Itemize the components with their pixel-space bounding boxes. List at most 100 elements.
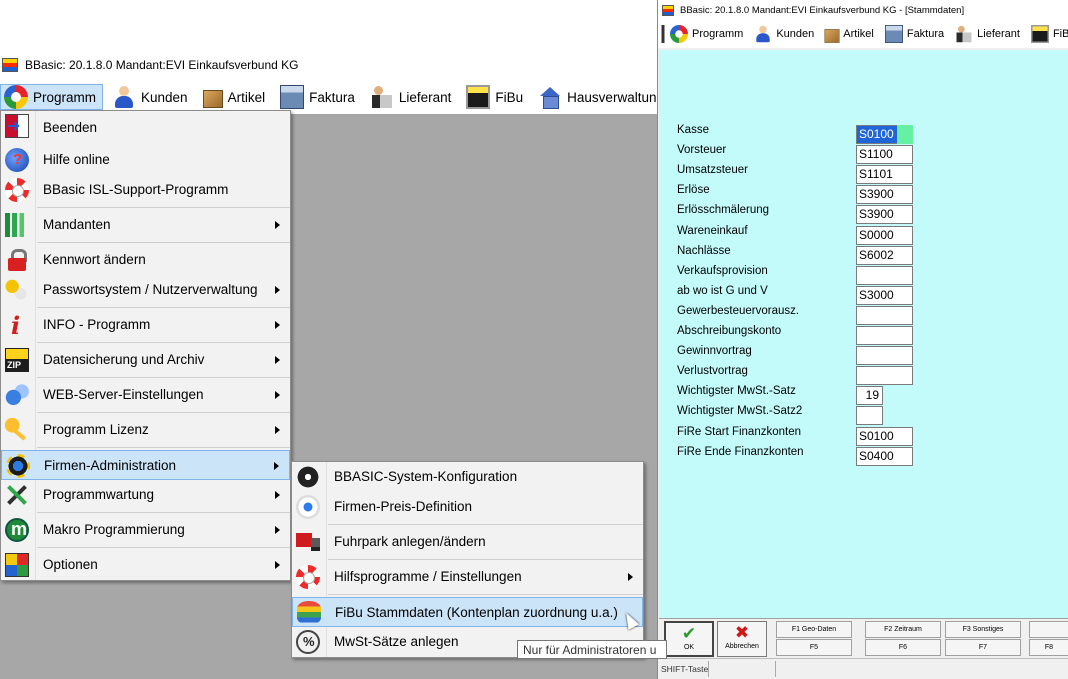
menu-item-isl-support[interactable]: BBasic ISL-Support-Programm	[1, 175, 290, 205]
menu-programm[interactable]: Programm	[667, 22, 743, 46]
field-input[interactable]: S3900	[856, 185, 913, 204]
menu-programm[interactable]: Programm	[0, 84, 104, 110]
submenu-item-fibu-stammdaten[interactable]: FiBu Stammdaten (Kontenplan zuordnung u.…	[292, 597, 643, 627]
submenu-arrow-icon	[275, 526, 280, 534]
menu-item-datensicherung[interactable]: Datensicherung und Archiv	[1, 345, 290, 375]
submenu-item-label: MwSt-Sätze anlegen	[334, 634, 459, 649]
menu-kunden-label: Kunden	[776, 28, 815, 40]
f3-sonstiges-button[interactable]: F3 Sonstiges	[945, 621, 1021, 638]
mandanten-icon	[5, 213, 29, 237]
kunden-icon	[754, 25, 772, 43]
menu-artikel[interactable]: Artikel	[822, 24, 874, 45]
field-input[interactable]: S6002	[856, 246, 913, 265]
menu-lieferant-label: Lieferant	[398, 89, 452, 105]
cancel-button[interactable]: ✖ Abbrechen	[717, 621, 767, 657]
menu-item-hilfe-online[interactable]: Hilfe online	[1, 145, 290, 175]
menu-item-beenden[interactable]: Beenden	[1, 111, 290, 145]
submenu-item-hilfsprogramme[interactable]: Hilfsprogramme / Einstellungen	[292, 562, 643, 592]
menu-programm-label: Programm	[33, 89, 97, 105]
field-input[interactable]	[856, 406, 883, 425]
lifebuoy-icon	[5, 178, 29, 202]
options-icon	[5, 553, 29, 577]
menu-separator	[328, 559, 643, 560]
ok-button[interactable]: ✔ OK	[664, 621, 714, 657]
menu-item-label: WEB-Server-Einstellungen	[43, 387, 204, 402]
field-label: Wichtigster MwSt.-Satz	[677, 385, 796, 397]
f4-button[interactable]	[1029, 621, 1068, 638]
menu-artikel-label: Artikel	[843, 28, 874, 40]
field-input[interactable]	[856, 266, 913, 285]
keys-icon	[5, 278, 29, 302]
submenu-arrow-icon	[275, 426, 280, 434]
submenu-item-label: Firmen-Preis-Definition	[334, 499, 473, 514]
submenu-item-fuhrpark[interactable]: Fuhrpark anlegen/ändern	[292, 527, 643, 557]
field-input[interactable]	[856, 346, 913, 365]
menu-lieferant[interactable]: Lieferant	[952, 22, 1020, 46]
f7-button[interactable]: F7	[945, 639, 1021, 656]
f1-geo-daten-button[interactable]: F1 Geo-Daten	[776, 621, 852, 638]
field-input[interactable]: S1101	[856, 165, 913, 184]
f8-button[interactable]: F8	[1029, 639, 1068, 656]
kunden-icon	[112, 85, 136, 109]
menu-kunden[interactable]: Kunden	[751, 22, 814, 46]
key-icon	[5, 418, 29, 442]
f6-button[interactable]: F6	[865, 639, 941, 656]
menu-separator	[37, 512, 290, 513]
menu-item-label: INFO - Programm	[43, 317, 151, 332]
menu-item-optionen[interactable]: Optionen	[1, 550, 290, 580]
menu-item-label: Kennwort ändern	[43, 252, 146, 267]
lieferant-icon	[370, 85, 394, 109]
menu-item-label: Hilfe online	[43, 152, 110, 167]
menu-fibu[interactable]: FiBu	[463, 84, 529, 110]
submenu-item-preis-definition[interactable]: Firmen-Preis-Definition	[292, 492, 643, 522]
submenu-item-system-konfiguration[interactable]: BBASIC-System-Konfiguration	[292, 462, 643, 492]
menu-item-firmen-administration[interactable]: Firmen-Administration	[1, 450, 290, 480]
menu-item-kennwort[interactable]: Kennwort ändern	[1, 245, 290, 275]
menu-item-label: Firmen-Administration	[44, 458, 177, 473]
lieferant-icon	[955, 25, 973, 43]
field-input[interactable]	[856, 326, 913, 345]
main-menubar: Programm Kunden Artikel Faktura Lieferan…	[0, 82, 664, 112]
menu-item-web-server[interactable]: WEB-Server-Einstellungen	[1, 380, 290, 410]
menu-kunden[interactable]: Kunden	[109, 84, 194, 110]
menu-artikel[interactable]: Artikel	[200, 84, 272, 110]
menu-item-label: Datensicherung und Archiv	[43, 352, 205, 367]
menu-item-makro[interactable]: Makro Programmierung	[1, 515, 290, 545]
menu-fibu[interactable]: FiBu	[1028, 22, 1068, 46]
menu-item-programmwartung[interactable]: Programmwartung	[1, 480, 290, 510]
menu-faktura-label: Faktura	[309, 89, 355, 105]
menu-programm-label: Programm	[692, 28, 744, 40]
menu-item-mandanten[interactable]: Mandanten	[1, 210, 290, 240]
field-input[interactable]: S3900	[856, 205, 913, 224]
menu-item-lizenz[interactable]: Programm Lizenz	[1, 415, 290, 445]
stammdaten-form: Kasse S0100 Vorsteuer S1100 Umsatzsteuer S110…	[659, 50, 1068, 618]
coins-icon	[297, 601, 321, 625]
submenu-arrow-icon	[275, 221, 280, 229]
field-label: Erlöse	[677, 184, 710, 196]
menu-item-passwortsystem[interactable]: Passwortsystem / Nutzerverwaltung	[1, 275, 290, 305]
menu-lieferant[interactable]: Lieferant	[367, 84, 458, 110]
field-input[interactable]: S0100	[856, 427, 913, 446]
cancel-button-label: Abbrechen	[725, 643, 759, 650]
menu-faktura[interactable]: Faktura	[882, 22, 944, 46]
check-icon: ✔	[681, 624, 697, 644]
field-input[interactable]: 19	[856, 386, 883, 405]
menu-item-info[interactable]: INFO - Programm	[1, 310, 290, 340]
field-input[interactable]: S3000	[856, 286, 913, 305]
f2-zeitraum-button[interactable]: F2 Zeitraum	[865, 621, 941, 638]
menu-item-label: Optionen	[43, 557, 98, 572]
field-input[interactable]: S1100	[856, 145, 913, 164]
f5-button[interactable]: F5	[776, 639, 852, 656]
field-input[interactable]	[856, 306, 913, 325]
app-menu-icon[interactable]	[661, 25, 676, 43]
menu-separator	[37, 547, 290, 548]
field-input[interactable]: S0100	[856, 125, 913, 144]
field-input[interactable]: S0400	[856, 447, 913, 466]
field-input[interactable]	[856, 366, 913, 385]
menu-hausverwaltung[interactable]: Hausverwaltung	[535, 84, 670, 110]
field-input[interactable]: S0000	[856, 226, 913, 245]
stammdaten-window-title: BBasic: 20.1.8.0 Mandant:EVI Einkaufsver…	[680, 4, 965, 16]
menu-kunden-label: Kunden	[141, 89, 188, 105]
menu-faktura[interactable]: Faktura	[277, 84, 361, 110]
menu-separator	[37, 412, 290, 413]
